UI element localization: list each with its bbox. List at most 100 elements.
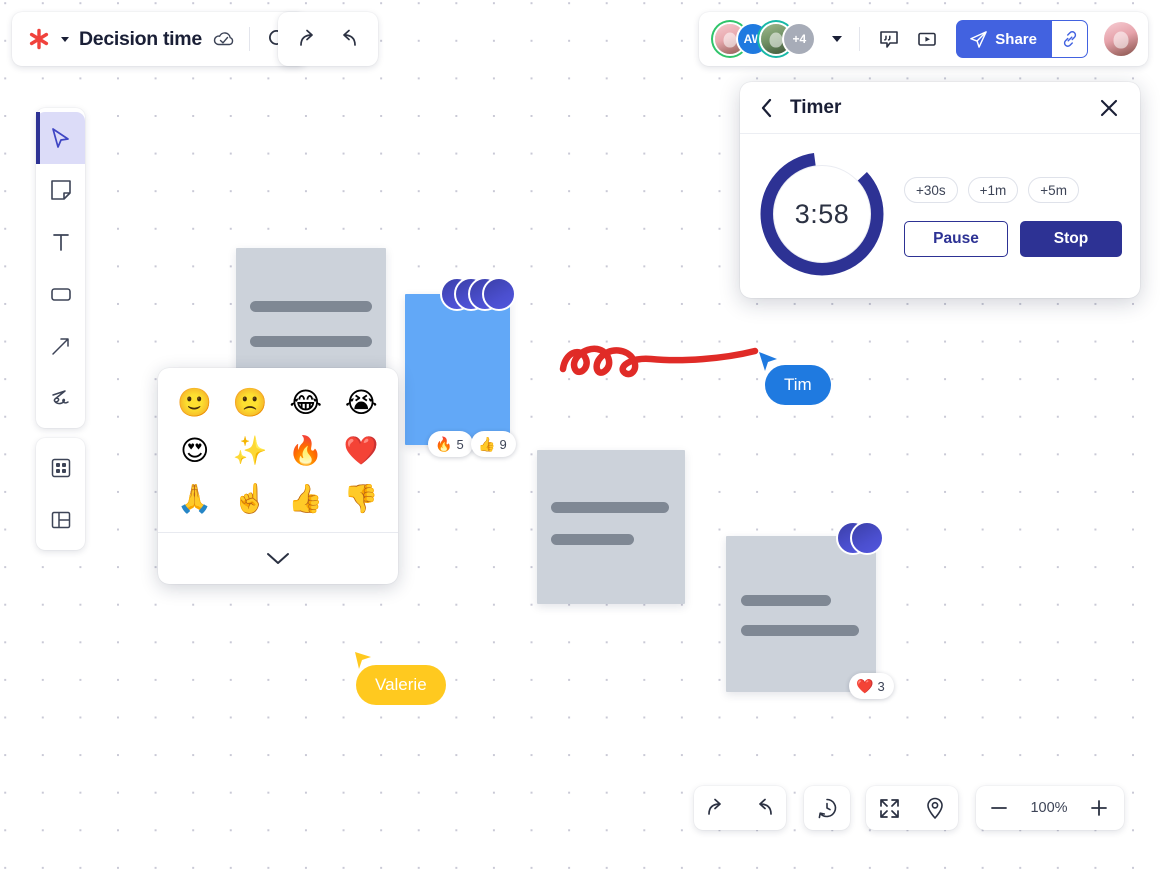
doc-text-bar <box>551 502 669 513</box>
minus-icon <box>991 807 1007 809</box>
reaction-badge-fire[interactable]: 🔥 5 <box>428 431 473 457</box>
text-t-icon <box>52 234 69 251</box>
chevron-down-icon <box>267 553 289 564</box>
cursor-label-tim: Tim <box>765 365 831 405</box>
plus-icon <box>1091 800 1107 816</box>
avatar-face <box>769 32 783 48</box>
timer-close-button[interactable] <box>1094 93 1124 123</box>
apps-grid-tool[interactable] <box>36 442 85 494</box>
zoom-out-button[interactable] <box>976 786 1022 830</box>
undo-arrow-icon[interactable] <box>294 24 324 54</box>
emoji-thumbs-down[interactable]: 👎 <box>335 476 389 522</box>
sticky-note-tool[interactable] <box>36 164 85 216</box>
share-button[interactable]: Share <box>956 20 1052 58</box>
emoji-slightly-frowning[interactable]: 🙁 <box>224 380 278 426</box>
timer-header: Timer <box>740 82 1140 134</box>
arrow-line-tool[interactable] <box>36 320 85 372</box>
doc-text-bar <box>741 595 831 606</box>
timer-controls: +30s +1m +5m Pause Stop <box>904 171 1122 257</box>
emoji-reaction-picker[interactable]: 🙂 🙁 😂 😭 😍 ✨ 🔥 ❤️ 🙏 ☝️ 👍 👎 <box>158 368 398 584</box>
timer-back-button[interactable] <box>756 93 778 123</box>
emoji-tears-of-joy[interactable]: 😂 <box>279 380 333 426</box>
page-title: Decision time <box>79 27 202 50</box>
select-cursor-tool[interactable] <box>36 112 85 164</box>
red-squiggle-drawing[interactable] <box>555 335 785 385</box>
reaction-count: 3 <box>877 678 885 694</box>
avatar <box>850 521 884 555</box>
history-clock-icon[interactable] <box>804 786 850 830</box>
doc-text-bar <box>551 534 634 545</box>
emoji-slightly-smiling[interactable]: 🙂 <box>168 380 222 426</box>
divider <box>859 27 861 51</box>
avatar-initials-label: AW <box>743 32 763 46</box>
add-30s-button[interactable]: +30s <box>904 177 958 203</box>
timer-add-time-chips: +30s +1m +5m <box>904 177 1122 203</box>
video-play-icon[interactable] <box>912 24 942 54</box>
apps-grid-icon <box>51 458 70 478</box>
emoji-index-pointing-up[interactable]: ☝️ <box>224 476 278 522</box>
add-1m-button[interactable]: +1m <box>967 177 1019 203</box>
document-card[interactable] <box>236 248 386 376</box>
collaborator-avatar-stack[interactable]: AW +4 <box>715 24 815 54</box>
bottom-undo-redo-group <box>694 786 786 830</box>
frame-layout-icon <box>51 511 70 529</box>
map-pin-icon[interactable] <box>912 786 958 830</box>
zoom-level-label[interactable]: 100% <box>1022 800 1076 816</box>
fit-to-screen-icon[interactable] <box>866 786 912 830</box>
collaboration-toolbar: AW +4 Share <box>699 12 1148 66</box>
close-x-icon <box>1100 99 1118 116</box>
redo-arrow-icon[interactable] <box>740 786 786 830</box>
redo-arrow-icon[interactable] <box>332 24 362 54</box>
doc-text-bar <box>250 336 372 347</box>
copy-link-button[interactable] <box>1052 20 1088 58</box>
sticky-avatar-stack[interactable] <box>440 277 516 311</box>
emoji-fire[interactable]: 🔥 <box>279 428 333 474</box>
share-button-label: Share <box>995 30 1037 48</box>
emoji-thumbs-up[interactable]: 👍 <box>279 476 333 522</box>
stop-button[interactable]: Stop <box>1020 221 1122 257</box>
timer-progress-ring: 3:58 <box>760 152 884 276</box>
reaction-count: 5 <box>456 436 464 452</box>
emoji-loudly-crying[interactable]: 😭 <box>335 380 389 426</box>
reaction-badge-thumbsup[interactable]: 👍 9 <box>471 431 516 457</box>
collaborators-chevron-down-icon[interactable] <box>832 36 843 42</box>
asterisk-logo-icon[interactable] <box>28 28 50 50</box>
emoji-folded-hands[interactable]: 🙏 <box>168 476 222 522</box>
sticky-note-blue[interactable] <box>405 294 510 445</box>
emoji-sparkles[interactable]: ✨ <box>224 428 278 474</box>
emoji-expand-button[interactable] <box>158 532 398 584</box>
frame-template-tool[interactable] <box>36 494 85 546</box>
link-chain-icon <box>1063 31 1076 47</box>
chevron-left-icon <box>761 98 772 117</box>
avatar-overflow-count[interactable]: +4 <box>784 24 815 54</box>
timer-value-circle: 3:58 <box>773 165 871 263</box>
cursor-label-valerie: Valerie <box>356 665 446 705</box>
emoji-heart-eyes[interactable]: 😍 <box>168 428 222 474</box>
reaction-count: 9 <box>499 436 507 452</box>
reaction-badge-heart[interactable]: ❤️ 3 <box>849 673 894 699</box>
zoom-in-button[interactable] <box>1076 786 1122 830</box>
shape-rectangle-tool[interactable] <box>36 268 85 320</box>
undo-arrow-icon[interactable] <box>694 786 740 830</box>
rectangle-icon <box>50 288 71 301</box>
avatar-overflow-label: +4 <box>792 32 807 46</box>
emoji-red-heart[interactable]: ❤️ <box>335 428 389 474</box>
cursor-arrow-icon <box>52 128 69 148</box>
timer-title: Timer <box>790 96 842 118</box>
thumbs-up-emoji: 👍 <box>478 436 496 452</box>
avatar <box>482 277 516 311</box>
document-card[interactable] <box>726 536 876 692</box>
current-user-avatar[interactable] <box>1104 22 1138 56</box>
tool-rail-secondary[interactable] <box>36 438 85 550</box>
tool-rail-primary[interactable] <box>36 108 85 428</box>
pause-button[interactable]: Pause <box>904 221 1008 257</box>
comment-bubble-icon[interactable] <box>874 24 904 54</box>
board-canvas[interactable]: 🔥 5 👍 9 ❤️ 3 Tim Valerie 🙂 🙁 😂 😭 😍 ✨ 🔥 ❤… <box>0 0 1160 870</box>
board-menu-chevron-down-icon[interactable] <box>61 36 69 42</box>
text-tool[interactable] <box>36 216 85 268</box>
add-5m-button[interactable]: +5m <box>1028 177 1079 203</box>
pen-scribble-tool[interactable] <box>36 372 85 424</box>
bottom-view-group <box>866 786 958 830</box>
doc-avatar-stack[interactable] <box>836 521 884 555</box>
document-card[interactable] <box>537 450 685 604</box>
